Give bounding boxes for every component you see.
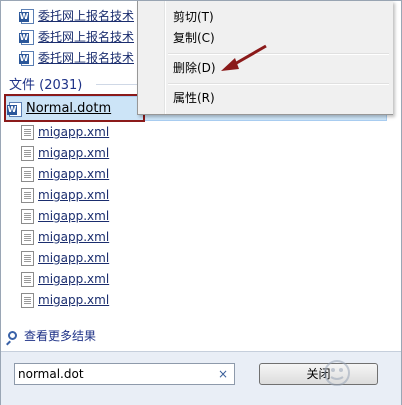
- watermark-logo: [297, 353, 377, 393]
- result-item[interactable]: 委托网上报名技术: [19, 48, 135, 68]
- file-result-item[interactable]: migapp.xml: [21, 206, 109, 226]
- xml-file-icon: [21, 229, 34, 245]
- file-result-label: migapp.xml: [38, 125, 110, 139]
- file-result-label: migapp.xml: [38, 209, 110, 223]
- result-item-label: 委托网上报名技术: [38, 9, 135, 23]
- xml-file-icon: [21, 292, 34, 308]
- file-result-label: migapp.xml: [38, 146, 110, 160]
- file-result-item[interactable]: migapp.xml: [21, 185, 109, 205]
- group-header-files[interactable]: 文件 (2031): [9, 74, 82, 93]
- menu-item-copy[interactable]: 复制(C): [173, 28, 215, 48]
- xml-file-icon: [21, 208, 34, 224]
- file-result-item[interactable]: migapp.xml: [21, 164, 109, 184]
- menu-item-cut[interactable]: 剪切(T): [173, 7, 214, 27]
- word-doc-icon: [19, 50, 34, 66]
- xml-file-icon: [21, 187, 34, 203]
- menu-item-properties[interactable]: 属性(R): [173, 88, 215, 108]
- result-item-label: 委托网上报名技术: [38, 30, 135, 44]
- annotation-arrow-icon: [221, 44, 267, 71]
- start-menu-search-results: 委托网上报名技术 委托网上报名技术 委托网上报名技术 文件 (2031) Nor…: [0, 0, 402, 405]
- clear-search-icon[interactable]: ×: [218, 365, 228, 383]
- xml-file-icon: [21, 271, 34, 287]
- xml-file-icon: [21, 250, 34, 266]
- file-result-label: migapp.xml: [38, 293, 110, 307]
- menu-gutter: [164, 1, 166, 114]
- search-box[interactable]: ×: [14, 363, 235, 385]
- file-result-label: migapp.xml: [38, 251, 110, 265]
- see-more-label: 查看更多结果: [24, 329, 97, 343]
- file-result-item[interactable]: migapp.xml: [21, 143, 109, 163]
- file-result-item[interactable]: migapp.xml: [21, 269, 109, 289]
- menu-separator: [168, 53, 389, 55]
- search-icon: [8, 331, 17, 340]
- file-result-label: migapp.xml: [38, 272, 110, 286]
- xml-file-icon: [21, 166, 34, 182]
- xml-file-icon: [21, 145, 34, 161]
- file-result-label: migapp.xml: [38, 167, 110, 181]
- file-result-label: migapp.xml: [38, 230, 110, 244]
- xml-file-icon: [21, 124, 34, 140]
- word-doc-icon: [19, 29, 34, 45]
- file-result-item[interactable]: migapp.xml: [21, 122, 109, 142]
- menu-separator: [168, 83, 389, 85]
- file-result-label: migapp.xml: [38, 188, 110, 202]
- result-item[interactable]: 委托网上报名技术: [19, 27, 135, 47]
- result-item[interactable]: 委托网上报名技术: [19, 6, 135, 26]
- annotation-highlight-box: [4, 94, 145, 122]
- file-result-item[interactable]: migapp.xml: [21, 248, 109, 268]
- menu-item-delete[interactable]: 删除(D): [173, 58, 216, 78]
- file-result-item[interactable]: migapp.xml: [21, 227, 109, 247]
- file-result-item[interactable]: migapp.xml: [21, 290, 109, 310]
- search-input[interactable]: [18, 366, 214, 382]
- see-more-results-link[interactable]: 查看更多结果: [8, 327, 96, 344]
- word-doc-icon: [19, 8, 34, 24]
- result-item-label: 委托网上报名技术: [38, 51, 135, 65]
